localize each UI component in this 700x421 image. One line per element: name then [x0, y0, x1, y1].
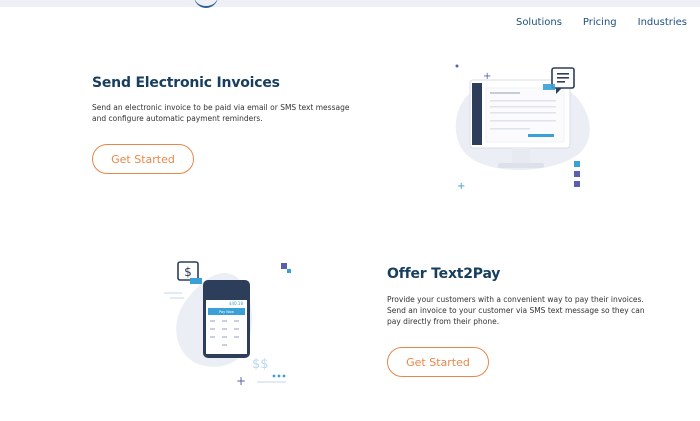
invoices-description-line: and configure automatic payment reminder…	[92, 114, 263, 123]
logo-fragment	[194, 0, 218, 8]
phone-pay-label: Pay Now	[219, 310, 234, 314]
form-submit-bar	[528, 134, 554, 137]
phone-illustration: $40.18 Pay Now $ $$ +	[164, 261, 291, 388]
money-icon: $$	[252, 357, 269, 372]
monitor-sidebar	[472, 83, 482, 145]
text2pay-description-line: Provide your customers with a convenient…	[387, 295, 644, 304]
phone-amount: $40.18	[229, 301, 243, 306]
invoices-title: Send Electronic Invoices	[92, 75, 280, 91]
plus-sparkle-icon: +	[483, 71, 491, 82]
text2pay-description: Provide your customers with a convenient…	[387, 294, 677, 327]
monitor-illustration: + +	[455, 64, 590, 192]
square-decoration-icon	[281, 263, 287, 269]
nav-item-pricing[interactable]: Pricing	[583, 17, 617, 28]
invoice-form	[485, 87, 565, 143]
dollar-sign-icon: $	[184, 265, 192, 279]
text2pay-description-line: pay directly from their phone.	[387, 317, 500, 326]
monitor-neck	[512, 148, 530, 164]
invoices-description: Send an electronic invoice to be paid vi…	[92, 102, 372, 124]
monitor-base	[498, 163, 544, 168]
plus-sparkle-icon: +	[457, 181, 465, 192]
nav-item-solutions[interactable]: Solutions	[516, 17, 562, 28]
plus-sparkle-icon: +	[236, 374, 246, 388]
top-bar	[0, 0, 700, 8]
text2pay-description-line: Send an invoice to your customer via SMS…	[387, 306, 645, 315]
square-decoration-icon	[574, 161, 580, 167]
text2pay-get-started-button[interactable]: Get Started	[387, 347, 489, 377]
nav-item-industries[interactable]: Industries	[638, 17, 687, 28]
invoices-description-line: Send an electronic invoice to be paid vi…	[92, 103, 350, 112]
main-nav: Solutions Pricing Industries	[516, 17, 687, 28]
text2pay-title: Offer Text2Pay	[387, 266, 501, 282]
invoices-get-started-button[interactable]: Get Started	[92, 144, 194, 174]
dot-sparkle-icon	[455, 64, 459, 68]
